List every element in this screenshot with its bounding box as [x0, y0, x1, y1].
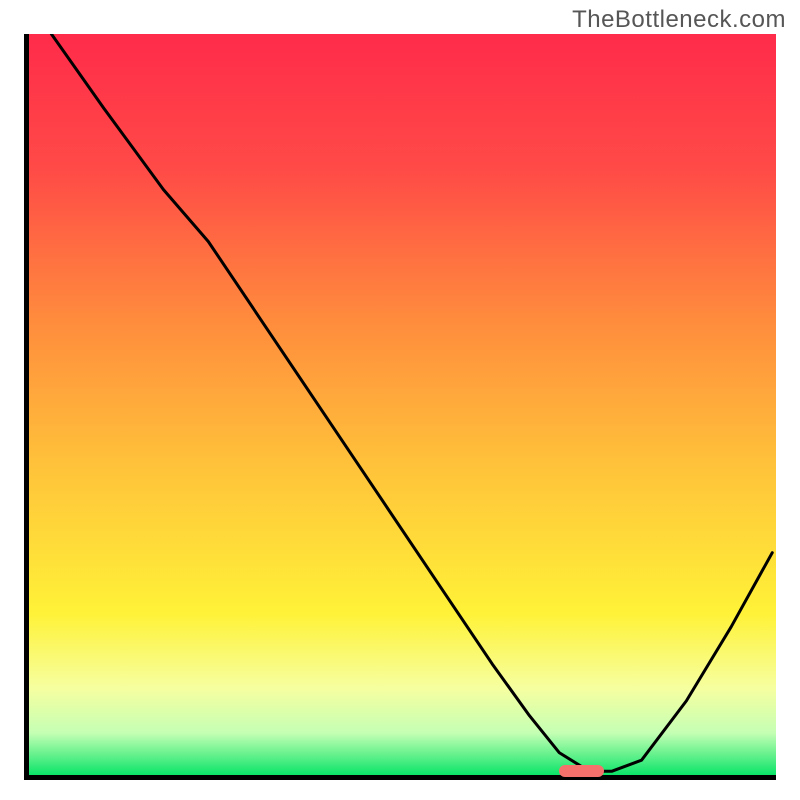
gradient-background: [27, 34, 777, 778]
chart-svg: [24, 34, 776, 780]
plot-area: [24, 34, 776, 780]
watermark-text: TheBottleneck.com: [572, 6, 786, 34]
chart-container: TheBottleneck.com: [0, 0, 800, 800]
optimum-marker: [559, 765, 604, 777]
